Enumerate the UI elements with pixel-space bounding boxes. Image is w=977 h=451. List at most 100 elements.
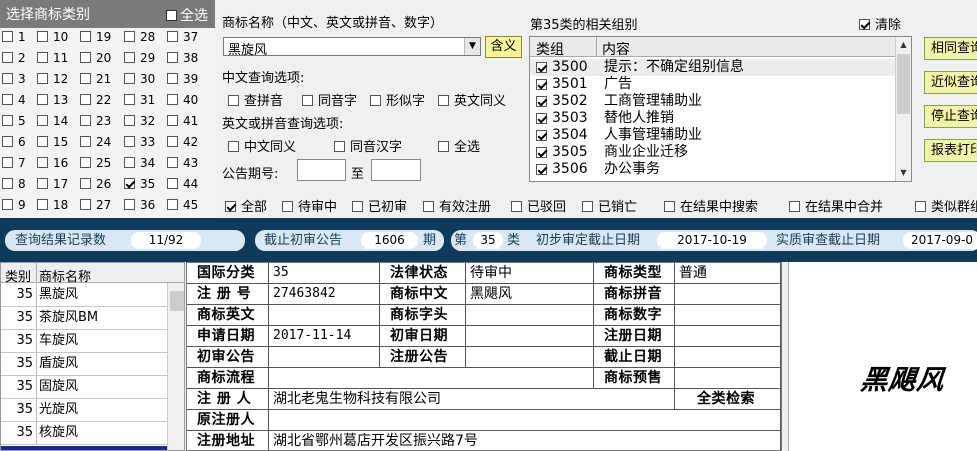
results-scrollbar[interactable]	[167, 283, 184, 450]
class-checkbox[interactable]: 9	[2, 198, 26, 212]
class-checkbox[interactable]: 39	[167, 72, 198, 86]
filter-prelim-approved[interactable]: 已初审	[352, 196, 407, 215]
print-report-button[interactable]: 报表打印	[924, 139, 977, 162]
cn-option-en-synonym[interactable]: 英文同义	[438, 90, 506, 109]
class-checkbox[interactable]: 40	[167, 93, 198, 107]
class-checkbox[interactable]: 34	[124, 156, 155, 170]
table-row[interactable]: 35 固旋风	[1, 376, 167, 399]
class-checkbox[interactable]: 2	[2, 51, 26, 65]
similar-query-button[interactable]: 近似查询	[924, 71, 977, 94]
group-row[interactable]: 3500 提示：不确定组别信息	[530, 59, 896, 76]
checkbox-box[interactable]	[124, 115, 135, 126]
checkbox-box[interactable]	[423, 201, 434, 212]
checkbox-box[interactable]	[167, 178, 178, 189]
checkbox-box[interactable]	[167, 136, 178, 147]
checkbox-box[interactable]	[37, 31, 48, 42]
class-checkbox[interactable]: 37	[167, 30, 198, 44]
checkbox-box[interactable]	[2, 94, 13, 105]
group-row[interactable]: 3502 工商管理辅助业	[530, 93, 896, 110]
checkbox-box[interactable]	[167, 94, 178, 105]
class-checkbox[interactable]: 28	[124, 30, 155, 44]
select-all-classes-checkbox[interactable]: 全选	[166, 5, 208, 25]
checkbox-box[interactable]	[37, 199, 48, 210]
class-checkbox[interactable]: 45	[167, 198, 198, 212]
checkbox-box[interactable]	[582, 201, 593, 212]
checkbox-box[interactable]	[282, 201, 293, 212]
class-checkbox[interactable]: 21	[80, 72, 111, 86]
group-row[interactable]: 3505 商业企业迁移	[530, 144, 896, 161]
table-row[interactable]: 35 茶旋风BM	[1, 307, 167, 330]
checkbox-box[interactable]	[124, 199, 135, 210]
cn-option-homophone[interactable]: 同音字	[302, 90, 357, 109]
en-option-select-all[interactable]: 全选	[438, 136, 480, 155]
checkbox-box[interactable]	[536, 164, 547, 175]
checkbox-box[interactable]	[37, 157, 48, 168]
checkbox-box[interactable]	[124, 136, 135, 147]
class-checkbox[interactable]: 4	[2, 93, 26, 107]
checkbox-box[interactable]	[167, 31, 178, 42]
class-checkbox[interactable]: 17	[37, 177, 68, 191]
class-checkbox[interactable]: 35	[124, 177, 155, 191]
class-checkbox[interactable]: 38	[167, 51, 198, 65]
en-option-cn-synonym[interactable]: 中文同义	[228, 136, 296, 155]
checkbox-box[interactable]	[915, 201, 926, 212]
checkbox-box[interactable]	[438, 141, 449, 152]
checkbox-box[interactable]	[80, 178, 91, 189]
checkbox-box[interactable]	[536, 113, 547, 124]
class-checkbox[interactable]: 26	[80, 177, 111, 191]
table-row[interactable]: 35 黑旋风	[1, 284, 167, 307]
class-checkbox[interactable]: 22	[80, 93, 111, 107]
cn-option-similar-shape[interactable]: 形似字	[370, 90, 425, 109]
checkbox-box[interactable]	[2, 73, 13, 84]
scroll-thumb[interactable]	[897, 54, 910, 114]
cn-option-pinyin[interactable]: 查拼音	[228, 90, 283, 109]
checkbox-box[interactable]	[167, 52, 178, 63]
class-checkbox[interactable]: 31	[124, 93, 155, 107]
class-checkbox[interactable]: 24	[80, 135, 111, 149]
checkbox-box[interactable]	[37, 178, 48, 189]
all-class-search-button[interactable]: 全类检索	[675, 389, 781, 410]
class-checkbox[interactable]: 29	[124, 51, 155, 65]
issue-to-input[interactable]	[371, 159, 421, 181]
checkbox-box[interactable]	[80, 115, 91, 126]
checkbox-box[interactable]	[124, 52, 135, 63]
filter-merge-in-results[interactable]: 在结果中合并	[789, 196, 883, 215]
checkbox-box[interactable]	[37, 136, 48, 147]
checkbox-box[interactable]	[370, 95, 381, 106]
filter-similar-groups[interactable]: 类似群组	[915, 196, 977, 215]
class-checkbox[interactable]: 32	[124, 114, 155, 128]
stop-query-button[interactable]: 停止查询	[924, 105, 977, 128]
filter-search-in-results[interactable]: 在结果中搜索	[664, 196, 758, 215]
class-checkbox[interactable]: 41	[167, 114, 198, 128]
checkbox-box[interactable]	[37, 94, 48, 105]
scroll-thumb[interactable]	[170, 291, 184, 311]
class-checkbox[interactable]: 20	[80, 51, 111, 65]
checkbox-box[interactable]	[302, 95, 313, 106]
checkbox-box[interactable]	[124, 31, 135, 42]
checkbox-box[interactable]	[80, 199, 91, 210]
checkbox-box[interactable]	[80, 136, 91, 147]
class-checkbox[interactable]: 33	[124, 135, 155, 149]
group-row[interactable]: 3506 办公事务	[530, 161, 896, 178]
checkbox-box[interactable]	[124, 94, 135, 105]
class-checkbox[interactable]: 18	[37, 198, 68, 212]
filter-pending[interactable]: 待审中	[282, 196, 337, 215]
scroll-down-icon[interactable]: ▼	[896, 165, 911, 181]
checkbox-box[interactable]	[124, 157, 135, 168]
results-list[interactable]: 类别 商标名称 35 黑旋风 35 茶旋风BM 35 车旋风 35 盾旋风 35 固旋风 35 光旋风…	[0, 262, 185, 451]
filter-rejected[interactable]: 已驳回	[511, 196, 566, 215]
checkbox-box[interactable]	[2, 31, 13, 42]
checkbox-box[interactable]	[2, 199, 13, 210]
class-checkbox[interactable]: 30	[124, 72, 155, 86]
groups-scrollbar[interactable]: ▲ ▼	[895, 37, 911, 181]
group-row[interactable]: 3503 替他人推销	[530, 110, 896, 127]
checkbox-box[interactable]	[225, 201, 236, 212]
chevron-down-icon[interactable]: ▼	[464, 38, 480, 55]
checkbox-box[interactable]	[536, 79, 547, 90]
checkbox-box[interactable]	[2, 157, 13, 168]
checkbox-box[interactable]	[228, 95, 239, 106]
group-row[interactable]: 3501 广告	[530, 76, 896, 93]
checkbox-box[interactable]	[2, 52, 13, 63]
class-checkbox[interactable]: 5	[2, 114, 26, 128]
clear-groups-checkbox[interactable]: 清除	[859, 14, 901, 33]
